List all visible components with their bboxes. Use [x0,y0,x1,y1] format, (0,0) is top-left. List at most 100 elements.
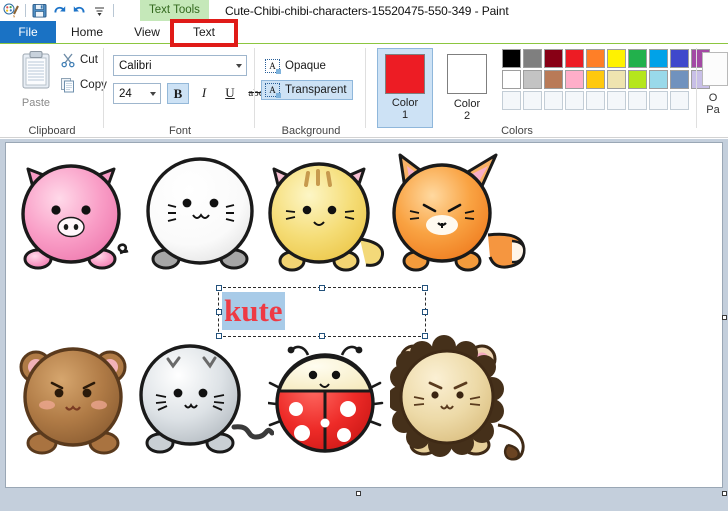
ribbon-group-paint3d-clipped[interactable]: O Pa [698,44,728,138]
palette-swatch[interactable] [544,49,563,68]
group-divider [365,48,366,128]
palette-swatch[interactable] [544,91,563,110]
palette-swatch[interactable] [628,49,647,68]
palette-swatch[interactable] [607,91,626,110]
palette-swatch[interactable] [523,49,542,68]
cut-button[interactable]: Cut [60,52,98,68]
ribbon-group-clipboard: Paste Cut Copy Clipboard [0,44,107,138]
tab-home[interactable]: Home [56,21,118,43]
cut-label: Cut [80,54,98,66]
tab-file[interactable]: File [0,21,56,43]
palette-swatch[interactable] [586,70,605,89]
paint-icon[interactable] [3,2,20,19]
palette-swatch[interactable] [502,91,521,110]
ribbon-group-background: A Opaque A Transparent Background [256,44,366,138]
transparent-button[interactable]: A Transparent [261,80,353,100]
palette-row-1 [502,49,710,68]
chibi-cat-white [142,153,262,275]
color1-label: Color [391,97,419,109]
resize-handle-top-right[interactable] [422,285,428,291]
palette-swatch[interactable] [565,70,584,89]
qat-divider-2 [113,4,114,17]
ribbon: Paste Cut Copy Clipboard Calibri 24 B I … [0,43,728,138]
palette-swatch[interactable] [502,70,521,89]
color2-number: 2 [463,110,471,122]
opaque-label: Opaque [285,60,326,72]
color2-label: Color [453,98,481,110]
palette-swatch[interactable] [670,91,689,110]
paint3d-line1: O [708,92,718,104]
font-family-combobox[interactable]: Calibri [113,55,247,76]
italic-button[interactable]: I [193,83,215,104]
resize-handle-top-left[interactable] [216,285,222,291]
paint3d-line2: Pa [706,104,720,116]
palette-swatch[interactable] [670,49,689,68]
chibi-mouse [134,339,274,459]
colors-group-label: Colors [501,125,533,137]
context-tool-label: Text Tools [140,0,209,21]
font-group-label: Font [168,125,191,137]
workspace: kute [0,139,728,511]
chibi-cat-yellow [264,153,396,277]
palette-swatch[interactable] [649,49,668,68]
palette-swatch[interactable] [523,70,542,89]
redo-icon[interactable] [71,2,88,19]
group-divider [103,48,104,128]
paint-window: Text Tools Cute-Chibi-chibi-characters-1… [0,0,728,511]
palette-swatch[interactable] [565,49,584,68]
resize-handle-middle-right[interactable] [422,309,428,315]
palette-swatch[interactable] [565,91,584,110]
palette-swatch[interactable] [670,70,689,89]
tab-view[interactable]: View [118,21,176,43]
palette-swatch[interactable] [628,70,647,89]
canvas-text-value[interactable]: kute [224,293,283,328]
underline-button[interactable]: U [219,83,241,104]
undo-icon[interactable] [51,2,68,19]
bold-button[interactable]: B [167,83,189,104]
resize-handle-middle-left[interactable] [216,309,222,315]
opaque-button[interactable]: A Opaque [261,56,332,76]
palette-swatch[interactable] [607,49,626,68]
color1-swatch[interactable] [385,54,425,94]
canvas-resize-handle-right[interactable] [722,315,727,320]
font-size-value: 24 [119,88,132,100]
resize-handle-top-center[interactable] [319,285,325,291]
chibi-bear [16,341,140,459]
background-group-label: Background [281,125,341,137]
palette-swatch[interactable] [544,70,563,89]
opaque-icon: A [265,59,281,74]
palette-swatch[interactable] [649,91,668,110]
palette-row-2 [502,70,710,89]
palette-swatch[interactable] [607,70,626,89]
font-family-value: Calibri [119,60,152,72]
save-icon[interactable] [31,2,48,19]
paste-button[interactable]: Paste [10,50,62,109]
tab-text[interactable]: Text [176,21,232,43]
palette-swatch[interactable] [628,91,647,110]
title-bar: Text Tools Cute-Chibi-chibi-characters-1… [0,0,728,21]
clipboard-group-label: Clipboard [28,125,76,137]
group-divider [254,48,255,128]
copy-button[interactable]: Copy [60,77,107,93]
canvas-resize-handle-bottom-right[interactable] [722,491,727,496]
quick-access-toolbar [0,0,116,21]
scissors-icon [61,53,75,68]
canvas-resize-handle-bottom[interactable] [356,491,361,496]
customize-quick-access-icon[interactable] [91,2,108,19]
palette-swatch[interactable] [586,49,605,68]
chibi-ladybug [268,339,398,461]
palette-swatch[interactable] [586,91,605,110]
palette-row-3 [502,91,710,110]
font-size-combobox[interactable]: 24 [113,83,161,104]
paint3d-icon [702,52,728,86]
palette-swatch[interactable] [523,91,542,110]
transparent-label: Transparent [285,84,347,96]
chevron-down-icon [236,64,242,68]
chevron-down-icon [150,92,156,96]
text-selection-box[interactable]: kute [216,285,428,339]
palette-swatch[interactable] [649,70,668,89]
window-title: Cute-Chibi-chibi-characters-15520475-550… [224,3,509,18]
drawing-canvas[interactable]: kute [5,142,723,488]
color2-swatch[interactable] [447,54,487,94]
palette-swatch[interactable] [502,49,521,68]
